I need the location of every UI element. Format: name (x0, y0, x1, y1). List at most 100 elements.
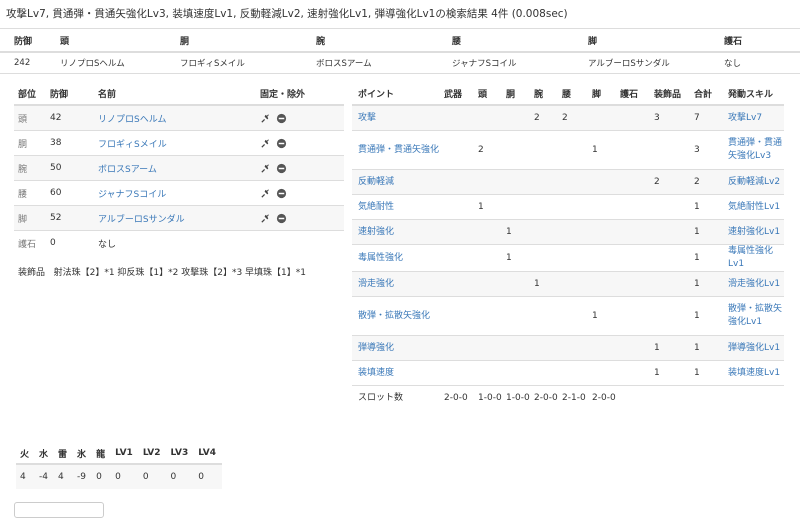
skill-cell-legs (588, 219, 616, 245)
minus-circle-icon[interactable] (276, 113, 287, 124)
skill-cell-waist (558, 169, 588, 195)
equip-name-link[interactable]: ボロスSアーム (98, 165, 157, 175)
skill-cell-charm (616, 219, 650, 245)
skill-cell-waist (558, 244, 588, 272)
summary-header-body: 胴 (180, 28, 316, 53)
skill-cell-arms (530, 335, 558, 361)
pin-icon[interactable] (260, 188, 271, 199)
skill-cell-weapon (440, 271, 474, 297)
skill-cell-total: 1 (690, 335, 724, 361)
skill-point-link[interactable]: 弾導強化 (358, 343, 394, 353)
resist-water: -4 (35, 464, 55, 489)
skill-cell-body: 1 (502, 219, 530, 245)
equip-row-charm: 護石 0 なし (14, 230, 344, 255)
equip-header-name: 名前 (94, 82, 258, 106)
skill-row: 弾導強化 1 1 弾導強化Lv1 (352, 335, 784, 361)
skill-cell-body (502, 271, 530, 297)
pin-icon[interactable] (260, 213, 271, 224)
skill-cell-total: 3 (690, 130, 724, 170)
active-skill-link[interactable]: 貫通弾・貫通矢強化Lv3 (728, 138, 782, 161)
skill-cell-charm (616, 104, 650, 131)
skill-point-link[interactable]: 毒属性強化 (358, 253, 403, 263)
equip-defense: 52 (46, 205, 94, 231)
skills-header-point: ポイント (352, 82, 440, 106)
active-skill-link[interactable]: 反動軽減Lv2 (728, 177, 780, 187)
skill-cell-charm (616, 271, 650, 297)
skill-cell-charm (616, 130, 650, 170)
minus-circle-icon[interactable] (276, 163, 287, 174)
skill-cell-legs (588, 169, 616, 195)
skill-row: 毒属性強化 1 1 毒属性強化Lv1 (352, 244, 784, 272)
skill-point-link[interactable]: 気絶耐性 (358, 202, 394, 212)
pin-icon[interactable] (260, 138, 271, 149)
equip-name: なし (94, 230, 258, 255)
equip-row-legs: 脚 52 アルブーロSサンダル (14, 205, 344, 231)
active-skill-link[interactable]: 滑走強化Lv1 (728, 279, 780, 289)
summary-waist-value: ジャナフSコイル (452, 52, 588, 74)
skills-header-legs: 脚 (588, 82, 616, 106)
active-skill-link[interactable]: 毒属性強化Lv1 (728, 246, 773, 269)
minus-circle-icon[interactable] (276, 188, 287, 199)
skill-cell-total: 1 (690, 244, 724, 272)
resist-lv1: 0 (111, 464, 139, 489)
skill-row: 反動軽減 2 2 反動軽減Lv2 (352, 169, 784, 195)
skill-cell-charm (616, 169, 650, 195)
skill-point-link[interactable]: 装填速度 (358, 368, 394, 378)
skill-cell-waist: 2 (558, 104, 588, 131)
skill-cell-arms (530, 360, 558, 386)
skill-cell-deco: 1 (650, 360, 690, 386)
summary-header-arms: 腕 (316, 28, 452, 53)
skill-cell-deco (650, 271, 690, 297)
summary-defense-value: 242 (0, 52, 60, 74)
active-skill-link[interactable]: 攻撃Lv7 (728, 113, 762, 123)
skill-cell-weapon (440, 219, 474, 245)
resistance-table: 火 水 雷 氷 龍 LV1 LV2 LV3 LV4 4 -4 4 -9 0 0 … (16, 443, 223, 489)
summary-legs-value: アルブーロSサンダル (588, 52, 724, 74)
slot-weapon: 2-0-0 (440, 385, 474, 432)
active-skill-link[interactable]: 気絶耐性Lv1 (728, 202, 780, 212)
skill-cell-body (502, 104, 530, 131)
decorations-line: 装飾品 射法珠【2】*1 抑反珠【1】*2 攻撃珠【2】*3 早填珠【1】*1 (18, 265, 306, 278)
resist-header-fire: 火 (16, 443, 36, 465)
skill-cell-deco (650, 194, 690, 220)
bottom-button[interactable] (14, 502, 104, 518)
equip-part: 胴 (14, 130, 46, 156)
skill-point-link[interactable]: 速射強化 (358, 227, 394, 237)
equip-name-link[interactable]: リノプロSヘルム (98, 115, 167, 125)
skill-point-link[interactable]: 攻撃 (358, 113, 376, 123)
skill-cell-head: 2 (474, 130, 502, 170)
equip-name-link[interactable]: ジャナフSコイル (98, 190, 166, 200)
skill-cell-body: 1 (502, 244, 530, 272)
pin-icon[interactable] (260, 113, 271, 124)
skill-point-link[interactable]: 滑走強化 (358, 279, 394, 289)
skill-cell-deco: 2 (650, 169, 690, 195)
summary-body-value: フロギィSメイル (180, 52, 316, 74)
active-skill-link[interactable]: 速射強化Lv1 (728, 227, 780, 237)
equip-name-link[interactable]: アルブーロSサンダル (98, 215, 185, 225)
skill-cell-total: 1 (690, 271, 724, 297)
skill-cell-legs: 1 (588, 296, 616, 336)
skill-cell-head (474, 169, 502, 195)
active-skill-link[interactable]: 弾導強化Lv1 (728, 343, 780, 353)
active-skill-link[interactable]: 散弾・拡散矢強化Lv1 (728, 304, 782, 327)
resist-header-lv3: LV3 (166, 443, 195, 465)
skill-cell-body (502, 335, 530, 361)
skill-cell-weapon (440, 104, 474, 131)
resist-header-dragon: 龍 (92, 443, 112, 465)
skill-cell-total: 1 (690, 296, 724, 336)
slot-legs: 2-0-0 (588, 385, 616, 432)
active-skill-link[interactable]: 装填速度Lv1 (728, 368, 780, 378)
skill-row: 散弾・拡散矢強化 1 1 散弾・拡散矢強化Lv1 (352, 296, 784, 336)
skill-cell-body (502, 169, 530, 195)
skill-point-link[interactable]: 反動軽減 (358, 177, 394, 187)
resist-lv4: 0 (194, 464, 223, 489)
skills-header-charm: 護石 (616, 82, 650, 106)
skill-point-link[interactable]: 散弾・拡散矢強化 (358, 311, 430, 321)
minus-circle-icon[interactable] (276, 213, 287, 224)
pin-icon[interactable] (260, 163, 271, 174)
equip-name-link[interactable]: フロギィSメイル (98, 140, 167, 150)
skill-point-link[interactable]: 貫通弾・貫通矢強化 (358, 145, 439, 155)
minus-circle-icon[interactable] (276, 138, 287, 149)
resist-header-water: 水 (35, 443, 55, 465)
skill-cell-charm (616, 296, 650, 336)
